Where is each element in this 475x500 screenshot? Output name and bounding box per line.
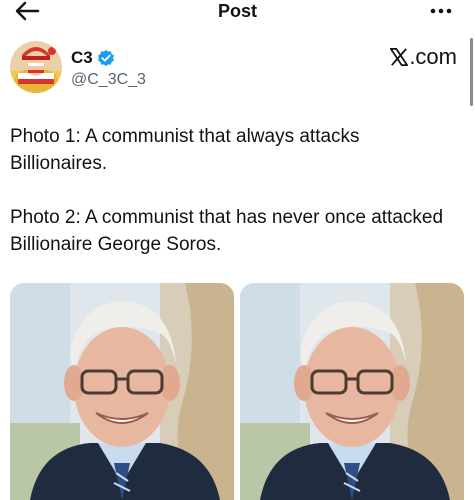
source-label: .com [409,44,457,69]
verified-badge-icon [97,49,114,67]
tweet-text: Photo 1: A communist that always attacks… [10,123,455,258]
tweet-paragraph-2: Photo 2: A communist that has never once… [10,207,444,255]
tweet-paragraph-1: Photo 1: A communist that always attacks… [10,126,360,174]
more-horizontal-icon[interactable] [429,0,453,22]
top-bar: Post [0,0,475,24]
avatar[interactable] [10,41,62,93]
photo-2[interactable] [240,283,464,500]
scrollbar[interactable] [470,38,473,106]
author-block[interactable]: C3 @C_3C_3 [71,47,146,91]
portrait-photo [10,283,234,500]
author-handle[interactable]: @C_3C_3 [71,69,146,91]
author-name[interactable]: C3 [71,47,93,69]
page-title: Post [217,1,257,21]
photo-1[interactable] [10,283,234,500]
portrait-photo [240,283,464,500]
media-grid [10,283,466,500]
x-logo-icon [390,48,409,66]
source-watermark: .com [390,44,457,70]
